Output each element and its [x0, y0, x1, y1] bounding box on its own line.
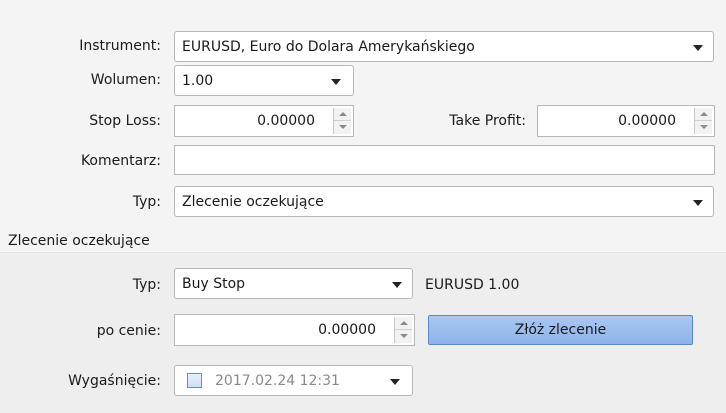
expiry-picker[interactable]: 2017.02.24 12:31 — [174, 365, 413, 396]
pending-summary: EURUSD 1.00 — [425, 277, 520, 293]
volume-label: Wolumen: — [90, 72, 161, 88]
chevron-down-icon — [331, 79, 341, 85]
pending-order-panel: Typ: Buy Stop EURUSD 1.00 po cenie: 0.00… — [0, 252, 726, 413]
price-input[interactable]: 0.00000 — [174, 314, 415, 346]
stop-loss-value: 0.00000 — [257, 113, 315, 129]
instrument-select-value: EURUSD, Euro do Dolara Amerykańskiego — [182, 39, 475, 55]
pending-section-title: Zlecenie oczekujące — [8, 233, 150, 249]
type-select-value: Zlecenie oczekujące — [182, 194, 324, 210]
volume-select-value: 1.00 — [182, 73, 214, 89]
spin-up-down-icon[interactable] — [694, 108, 712, 134]
comment-input[interactable] — [174, 145, 715, 175]
take-profit-label: Take Profit: — [449, 113, 526, 129]
stop-loss-label: Stop Loss: — [89, 113, 161, 129]
expiry-label: Wygaśnięcie: — [68, 373, 161, 389]
take-profit-value: 0.00000 — [618, 113, 676, 129]
type-label: Typ: — [132, 194, 161, 210]
submit-order-button[interactable]: Złóż zlecenie — [428, 315, 693, 345]
spin-up-down-icon[interactable] — [333, 108, 351, 134]
comment-label: Komentarz: — [80, 153, 161, 169]
price-value: 0.00000 — [318, 322, 376, 338]
volume-select[interactable]: 1.00 — [174, 65, 354, 96]
chevron-down-icon — [693, 45, 703, 51]
expiry-value: 2017.02.24 12:31 — [215, 373, 340, 389]
checkbox-icon[interactable] — [187, 373, 202, 388]
price-label: po cenie: — [96, 323, 161, 339]
chevron-down-icon — [390, 379, 400, 385]
spin-up-down-icon[interactable] — [394, 317, 412, 343]
type-select[interactable]: Zlecenie oczekujące — [174, 186, 714, 217]
stop-loss-input[interactable]: 0.00000 — [174, 105, 354, 137]
instrument-select[interactable]: EURUSD, Euro do Dolara Amerykańskiego — [174, 31, 714, 62]
pending-type-select[interactable]: Buy Stop — [174, 268, 413, 299]
chevron-down-icon — [693, 200, 703, 206]
pending-type-value: Buy Stop — [182, 276, 246, 292]
chevron-down-icon — [392, 282, 402, 288]
pending-type-label: Typ: — [132, 277, 161, 293]
instrument-label: Instrument: — [79, 38, 161, 54]
take-profit-input[interactable]: 0.00000 — [537, 105, 715, 137]
